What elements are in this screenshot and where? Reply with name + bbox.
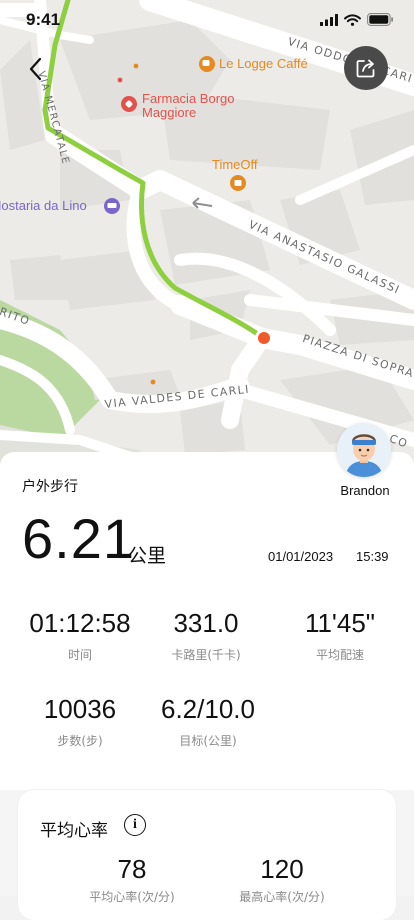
avg-heart-rate-value: 78 [117,854,147,884]
workout-date: 01/01/2023 [268,549,334,564]
share-icon [356,59,375,78]
workout-time: 15:39 [356,549,389,564]
poi-label-hostaria-da-lino[interactable]: Hostaria da Lino [0,198,87,213]
wifi-icon [344,13,361,26]
poi-label-le-logge-caffe[interactable]: Le Logge Caffé [219,56,308,71]
status-time: 9:41 [26,10,61,29]
stat-goal: 6.2/10.0 目标(公里) [138,694,278,749]
end-marker-dot [258,332,270,344]
stat-steps: 10036 步数(步) [10,694,150,749]
stat-pace: 11'45" 平均配速 [270,608,410,663]
username: Brandon [340,483,390,498]
stat-duration-label: 时间 [67,648,92,662]
stat-steps-value: 10036 [43,694,117,724]
stat-goal-label: 目标(公里) [179,734,237,748]
share-button[interactable] [344,46,388,90]
system-icons [320,13,394,26]
back-button[interactable] [20,52,50,86]
max-heart-rate-value: 120 [260,854,304,884]
stat-duration: 01:12:58 时间 [10,608,150,663]
stat-duration-value: 01:12:58 [29,608,131,638]
status-bar: 9:41 [0,0,414,40]
poi-label-maggiore[interactable]: Maggiore [142,105,196,120]
poi-label-timeoff[interactable]: TimeOff [212,157,258,172]
max-heart-rate-label: 最高心率(次/分) [239,890,325,904]
heart-rate-card[interactable]: 平均心率 i 78 平均心率(次/分) 120 最高心率(次/分) [18,790,396,920]
user-avatar-image [337,423,391,477]
stat-pace-value: 11'45" [304,608,376,638]
stat-calories: 331.0 卡路里(千卡) [136,608,276,663]
activity-type: 户外步行 [22,479,78,495]
stat-pace-label: 平均配速 [315,648,364,662]
battery-icon [367,13,393,26]
workout-summary-sheet: 户外步行 Brandon 6.21 公里 01/01/2023 15:39 01… [0,423,414,920]
avatar[interactable] [337,423,391,477]
cellular-signal-icon [320,13,338,26]
avg-heart-rate-label: 平均心率(次/分) [89,890,175,904]
distance-value: 6.21 [22,507,135,570]
distance-unit: 公里 [128,545,167,567]
stat-steps-label: 步数(步) [57,734,103,748]
stat-calories-value: 331.0 [173,608,239,638]
poi-label-farmacia-borgo[interactable]: Farmacia Borgo [142,91,234,106]
heart-rate-title: 平均心率 [40,821,108,841]
info-icon[interactable]: i [124,814,146,836]
stat-goal-value: 6.2/10.0 [161,694,255,724]
chevron-left-icon [29,57,42,81]
stat-calories-label: 卡路里(千卡) [171,648,241,662]
